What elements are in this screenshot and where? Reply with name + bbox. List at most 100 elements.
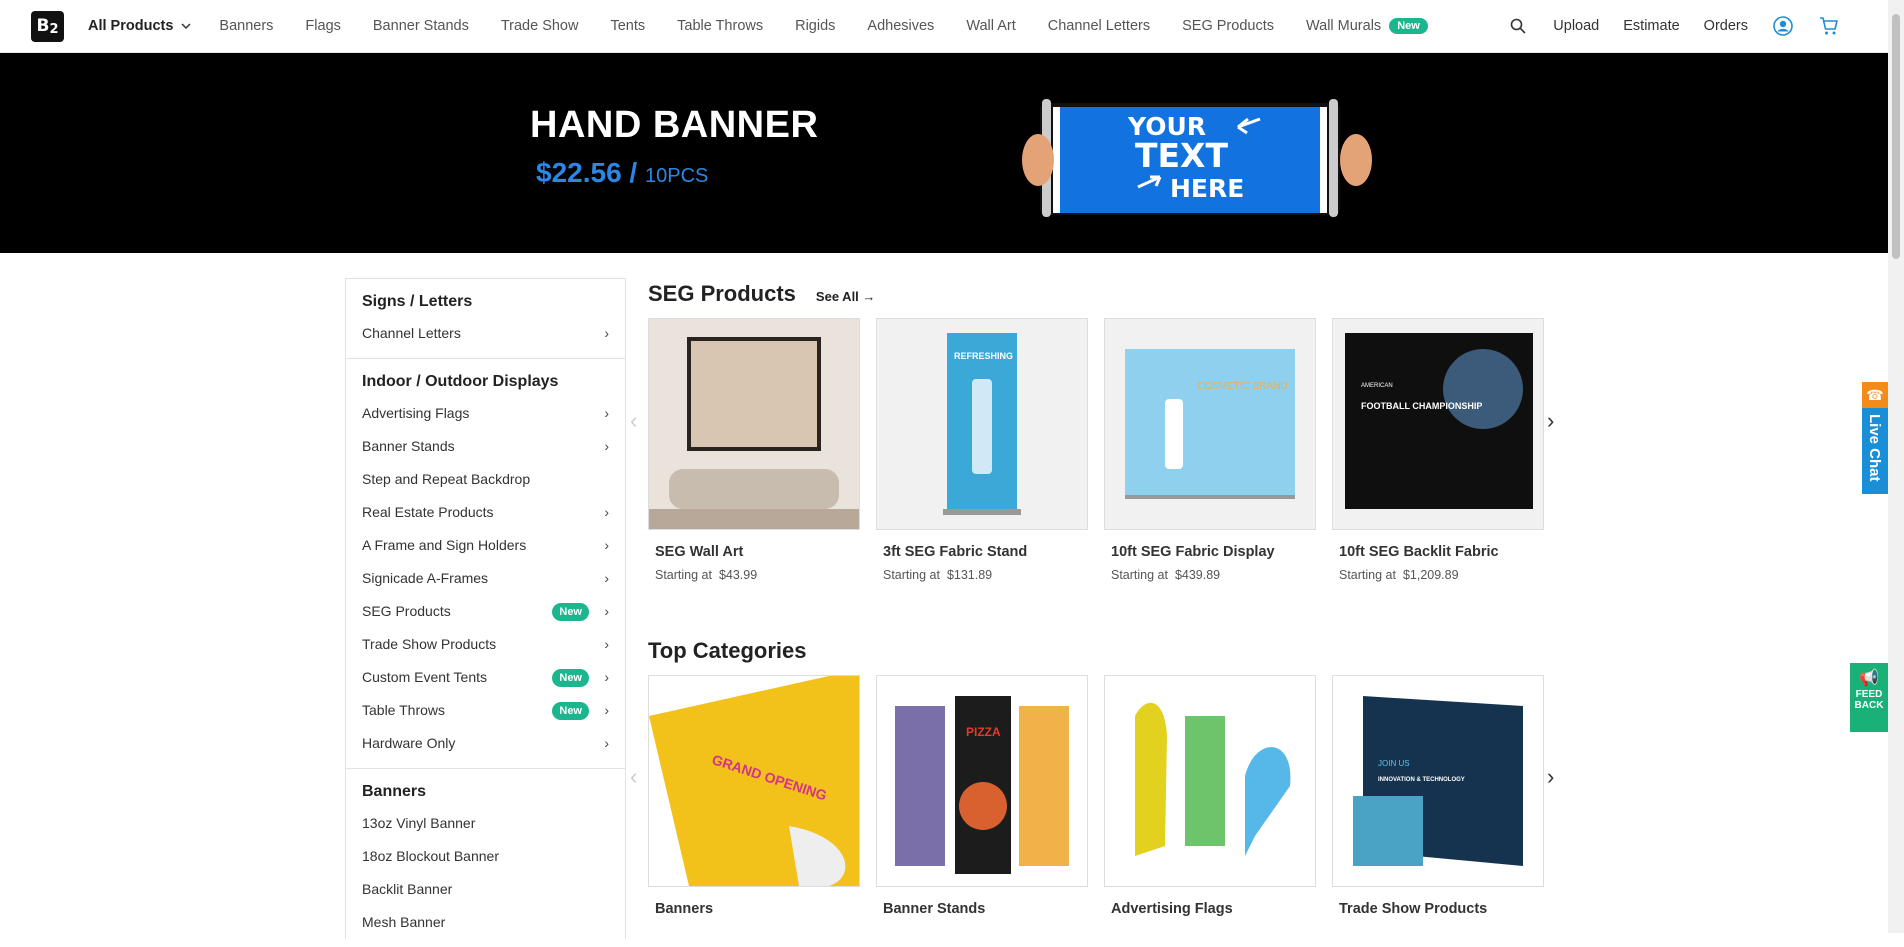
- sidebar-item-13oz-vinyl[interactable]: 13oz Vinyl Banner: [346, 807, 625, 840]
- category-name: Banners: [655, 901, 714, 917]
- live-chat-label: Live Chat: [1866, 414, 1883, 482]
- sidebar-item-label: Custom Event Tents: [362, 669, 488, 685]
- nav-banners[interactable]: Banners: [219, 18, 273, 34]
- sidebar-item-seg-products[interactable]: SEG Products New ›: [346, 595, 625, 628]
- product-price: Starting at $1,209.89: [1332, 568, 1544, 582]
- hero-price: $22.56 / 10PCS: [536, 157, 708, 189]
- nav-flags[interactable]: Flags: [305, 18, 340, 34]
- product-card[interactable]: AMERICAN FOOTBALL CHAMPIONSHIP 10ft SEG B…: [1332, 318, 1544, 582]
- scrollbar-thumb[interactable]: [1892, 14, 1900, 259]
- category-image: PIZZA: [876, 675, 1088, 887]
- nav-banner-stands[interactable]: Banner Stands: [373, 18, 469, 34]
- sidebar-item-event-tents[interactable]: Custom Event Tents New ›: [346, 661, 625, 694]
- sidebar-item-label: Trade Show Products: [362, 636, 497, 652]
- sidebar-item-label: Step and Repeat Backdrop: [362, 471, 531, 487]
- nav-wall-murals-label: Wall Murals: [1305, 18, 1382, 34]
- sidebar-item-banner-stands[interactable]: Banner Stands ›: [346, 430, 625, 463]
- nav-all-products[interactable]: All Products: [88, 18, 191, 34]
- see-all-label: See All: [815, 289, 859, 304]
- category-name: Advertising Flags: [1111, 901, 1233, 917]
- nav-rigids[interactable]: Rigids: [795, 18, 835, 34]
- nav-channel-letters[interactable]: Channel Letters: [1048, 18, 1150, 34]
- hand-banner-illustration: YOUR TEXT HERE: [1022, 99, 1372, 217]
- product-card[interactable]: REFRESHING 3ft SEG Fabric Stand Starting…: [876, 318, 1088, 582]
- megaphone-icon: 📢: [1859, 670, 1879, 687]
- sidebar-item-label: Advertising Flags: [362, 405, 470, 421]
- sidebar-item-channel-letters[interactable]: Channel Letters ›: [346, 317, 625, 350]
- phone-icon: ☎: [1862, 382, 1888, 408]
- sidebar-item-a-frame[interactable]: A Frame and Sign Holders ›: [346, 529, 625, 562]
- sidebar-section-title: Banners: [362, 783, 427, 800]
- estimate-link[interactable]: Estimate: [1623, 18, 1679, 34]
- product-price: Starting at $43.99: [648, 568, 860, 582]
- sidebar-item-label: Table Throws: [362, 702, 446, 718]
- thumb-caption: INNOVATION & TECHNOLOGY: [1378, 777, 1465, 783]
- product-image: [648, 318, 860, 530]
- upload-link[interactable]: Upload: [1553, 18, 1599, 34]
- seg-section-header: SEG Products See All →: [648, 281, 1048, 307]
- cart-icon[interactable]: [1818, 15, 1840, 37]
- hero-banner[interactable]: HAND BANNER $22.56 / 10PCS YOUR TEXT HER…: [0, 53, 1888, 253]
- product-card[interactable]: COSMETIC BRAND 10ft SEG Fabric Display S…: [1104, 318, 1316, 582]
- carousel-prev-arrow[interactable]: ‹: [630, 764, 637, 790]
- see-all-link[interactable]: See All →: [816, 289, 876, 304]
- category-image: GRAND OPENING: [648, 675, 860, 887]
- logo-text: B: [36, 16, 50, 36]
- carousel-next-arrow[interactable]: ›: [1547, 764, 1554, 790]
- sidebar-item-label: SEG Products: [362, 603, 451, 619]
- sidebar-item-mesh[interactable]: Mesh Banner: [346, 906, 625, 939]
- sidebar-item-backlit[interactable]: Backlit Banner: [346, 873, 625, 906]
- sidebar-item-step-and-repeat[interactable]: Step and Repeat Backdrop: [346, 463, 625, 496]
- carousel-prev-arrow[interactable]: ‹: [630, 408, 637, 434]
- price-prefix: Starting at: [655, 568, 712, 582]
- thumb-caption: REFRESHING: [954, 351, 1013, 361]
- chevron-right-icon: ›: [604, 438, 609, 454]
- sidebar-item-trade-show[interactable]: Trade Show Products ›: [346, 628, 625, 661]
- sidebar-section-title: Indoor / Outdoor Displays: [362, 373, 559, 390]
- carousel-next-arrow[interactable]: ›: [1547, 408, 1554, 434]
- sidebar-item-advertising-flags[interactable]: Advertising Flags ›: [346, 397, 625, 430]
- nav-trade-show[interactable]: Trade Show: [501, 18, 579, 34]
- nav-wall-art[interactable]: Wall Art: [966, 18, 1015, 34]
- category-card[interactable]: PIZZA Banner Stands: [876, 675, 1088, 917]
- orders-link[interactable]: Orders: [1704, 18, 1748, 34]
- product-card[interactable]: SEG Wall Art Starting at $43.99: [648, 318, 860, 582]
- sidebar-item-18oz-blockout[interactable]: 18oz Blockout Banner: [346, 840, 625, 873]
- product-name: 10ft SEG Fabric Display: [1111, 544, 1275, 560]
- top-categories-title: Top Categories: [648, 638, 807, 663]
- nav-tents[interactable]: Tents: [610, 18, 645, 34]
- chevron-down-icon: [181, 22, 191, 29]
- sidebar-item-table-throws[interactable]: Table Throws New ›: [346, 694, 625, 727]
- sidebar-item-signicade[interactable]: Signicade A-Frames ›: [346, 562, 625, 595]
- price-prefix: Starting at: [1111, 568, 1168, 582]
- sidebar-section-title: Signs / Letters: [362, 293, 473, 310]
- sidebar-section-displays: Indoor / Outdoor Displays Advertising Fl…: [346, 359, 625, 769]
- price-value: $131.89: [946, 568, 993, 582]
- sidebar-item-hardware-only[interactable]: Hardware Only ›: [346, 727, 625, 760]
- chevron-right-icon: ›: [604, 636, 609, 652]
- nav-seg-products[interactable]: SEG Products: [1182, 18, 1274, 34]
- product-price: Starting at $131.89: [876, 568, 1088, 582]
- page-scrollbar[interactable]: [1888, 0, 1904, 933]
- sidebar-item-real-estate[interactable]: Real Estate Products ›: [346, 496, 625, 529]
- account-icon[interactable]: [1772, 15, 1794, 37]
- price-prefix: Starting at: [883, 568, 940, 582]
- live-chat-widget[interactable]: ☎ Live Chat: [1862, 382, 1888, 494]
- nav-table-throws[interactable]: Table Throws: [677, 18, 763, 34]
- category-card[interactable]: Advertising Flags: [1104, 675, 1316, 917]
- chevron-right-icon: ›: [604, 669, 609, 685]
- category-card[interactable]: GRAND OPENING Banners: [648, 675, 860, 917]
- feedback-button[interactable]: 📢 FEED BACK: [1850, 663, 1888, 732]
- category-card[interactable]: JOIN US INNOVATION & TECHNOLOGY Trade Sho…: [1332, 675, 1544, 917]
- nav-adhesives[interactable]: Adhesives: [867, 18, 934, 34]
- new-badge: New: [552, 603, 589, 621]
- category-name: Trade Show Products: [1339, 901, 1488, 917]
- site-logo[interactable]: B2: [31, 11, 64, 42]
- banner-line-2: TEXT: [1135, 136, 1228, 175]
- chevron-right-icon: ›: [604, 325, 609, 341]
- new-badge: New: [552, 669, 589, 687]
- nav-wall-murals[interactable]: Wall Murals New: [1306, 18, 1428, 34]
- chevron-right-icon: ›: [604, 735, 609, 751]
- sidebar-item-label: Banner Stands: [362, 438, 455, 454]
- search-icon[interactable]: [1507, 15, 1529, 37]
